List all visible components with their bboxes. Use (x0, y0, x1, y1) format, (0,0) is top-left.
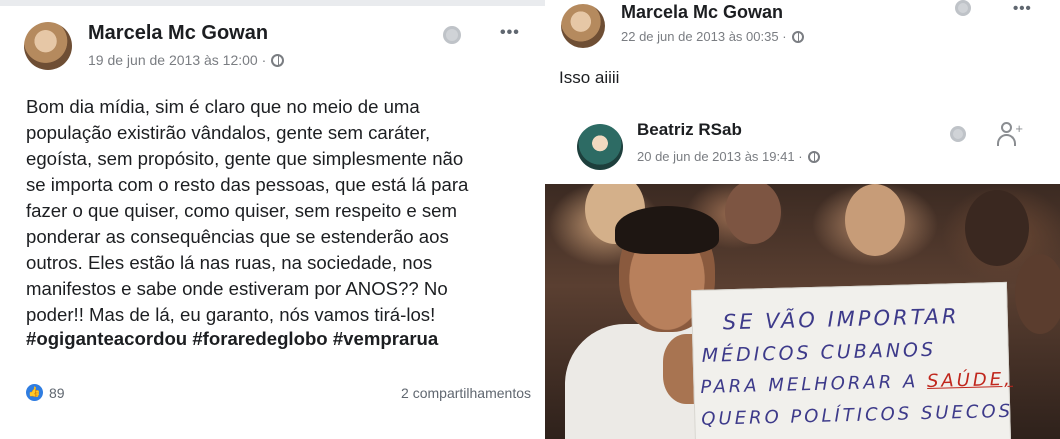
shared-author-name[interactable]: Beatriz RSab (637, 120, 742, 140)
crowd-person (1015, 254, 1060, 334)
sign-highlight: SAÚDE, (926, 368, 1014, 393)
avatar[interactable] (24, 22, 72, 70)
globe-icon (271, 53, 285, 67)
body-line: outros. Eles estão lá nas ruas, na socie… (26, 252, 433, 273)
hashtags[interactable]: #ogiganteacordou #foraredeglobo #vemprar… (26, 328, 438, 350)
right-post: Marcela Mc Gowan 22 de jun de 2013 às 00… (545, 0, 1060, 439)
globe-icon (791, 30, 804, 43)
body-line: egoísta, sem propósito, gente que simple… (26, 148, 464, 169)
post-timestamp[interactable]: 19 de jun de 2013 às 12:00 · (88, 52, 285, 68)
reactions-summary[interactable]: 👍 89 (26, 384, 65, 401)
crowd-person (725, 184, 781, 244)
person-hair (615, 206, 719, 254)
shares-count[interactable]: 2 compartilhamentos (401, 385, 531, 401)
pin-icon[interactable] (955, 0, 971, 16)
crowd-person (845, 184, 905, 256)
body-line: fazer o que quiser, como quiser, sem res… (26, 200, 457, 221)
crowd-person (965, 190, 1029, 266)
post-text: Isso aiiii (559, 68, 620, 87)
top-divider (0, 0, 545, 6)
post-photo[interactable]: SE VÃO IMPORTAR MÉDICOS CUBANOS PARA MEL… (545, 184, 1060, 439)
more-options-icon[interactable]: ••• (500, 24, 520, 42)
body-line: ponderar as consequências que se estende… (26, 226, 449, 247)
like-icon: 👍 (26, 384, 43, 401)
globe-icon (807, 150, 820, 163)
sign-line: SE VÃO IMPORTAR (722, 304, 960, 335)
shared-timestamp[interactable]: 20 de jun de 2013 às 19:41 · (637, 149, 820, 164)
post-timestamp[interactable]: 22 de jun de 2013 às 00:35 · (621, 29, 804, 44)
author-name[interactable]: Marcela Mc Gowan (621, 2, 783, 23)
sign-line: QUERO POLÍTICOS SUECOS (701, 400, 1014, 430)
add-friend-icon[interactable]: + (997, 120, 1023, 148)
sign-text: PARA MELHORAR A (700, 371, 928, 398)
left-post: Marcela Mc Gowan 19 de jun de 2013 às 12… (0, 0, 545, 439)
avatar[interactable] (561, 4, 605, 48)
pin-icon[interactable] (950, 126, 966, 142)
avatar[interactable] (577, 124, 623, 170)
body-line: manifestos e sabe onde estiveram por ANO… (26, 278, 448, 299)
timestamp-text: 20 de jun de 2013 às 19:41 · (637, 149, 803, 164)
protest-sign: SE VÃO IMPORTAR MÉDICOS CUBANOS PARA MEL… (690, 281, 1014, 439)
sign-line: MÉDICOS CUBANOS (701, 338, 937, 367)
post-body: Bom dia mídia, sim é claro que no meio d… (26, 94, 536, 328)
timestamp-text: 19 de jun de 2013 às 12:00 · (88, 52, 267, 68)
more-options-icon[interactable]: ••• (1013, 0, 1032, 17)
author-name[interactable]: Marcela Mc Gowan (88, 22, 268, 45)
pin-icon[interactable] (443, 26, 461, 44)
timestamp-text: 22 de jun de 2013 às 00:35 · (621, 29, 787, 44)
reaction-count: 89 (49, 384, 65, 401)
body-line: poder!! Mas de lá, eu garanto, nós vamos… (26, 304, 436, 325)
shared-post-header: Beatriz RSab 20 de jun de 2013 às 19:41 … (545, 108, 1060, 184)
sign-line: PARA MELHORAR A SAÚDE, (700, 369, 1013, 398)
body-line: população existirão vândalos, gente sem … (26, 122, 431, 143)
body-line: Bom dia mídia, sim é claro que no meio d… (26, 96, 420, 117)
body-line: se importa com o resto das pessoas, que … (26, 174, 469, 195)
